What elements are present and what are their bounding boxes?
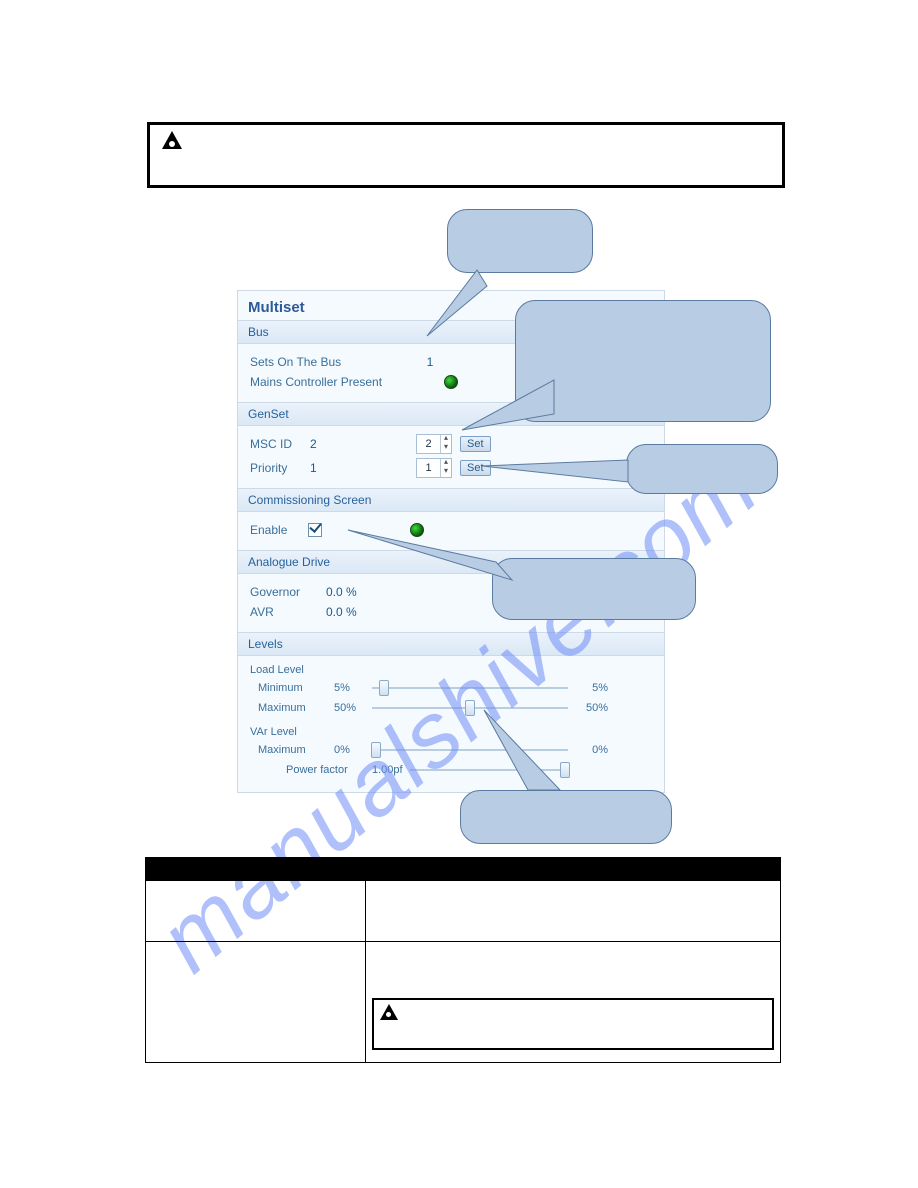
note-box-inline (372, 998, 774, 1050)
table-header-2 (366, 858, 781, 881)
pf-label: Power factor (286, 764, 372, 776)
msc-id-current: 2 (310, 437, 360, 451)
var-max-label: Maximum (258, 744, 334, 756)
table-row (146, 942, 781, 1063)
avr-label: AVR (250, 605, 326, 619)
stepper-down-icon[interactable]: ▾ (440, 468, 451, 477)
priority-label: Priority (250, 461, 310, 475)
callout-bubble-4 (492, 558, 696, 620)
msc-id-label: MSC ID (250, 437, 310, 451)
callout-tail-2 (458, 378, 558, 434)
callout-tail-4 (346, 528, 516, 588)
load-min-out: 5% (568, 682, 608, 694)
avr-value: 0.0 % (326, 605, 357, 619)
mains-present-label: Mains Controller Present (250, 375, 416, 389)
note-box-top (147, 122, 785, 188)
mains-present-led (444, 375, 458, 389)
bus-sets-value: 1 (416, 355, 444, 369)
governor-label: Governor (250, 585, 326, 599)
enable-checkbox[interactable] (308, 523, 322, 537)
stepper-down-icon[interactable]: ▾ (440, 444, 451, 453)
load-min-label: Minimum (258, 682, 334, 694)
priority-stepper[interactable]: 1 ▴▾ (416, 458, 452, 478)
enable-label: Enable (250, 523, 308, 537)
callout-bubble-3 (626, 444, 778, 494)
callout-bubble-5 (460, 790, 672, 844)
pf-val: 1.00pf (372, 764, 410, 776)
section-header-commissioning: Commissioning Screen (238, 488, 664, 512)
load-min-slider[interactable] (372, 681, 568, 695)
var-max-val: 0% (334, 744, 372, 756)
load-max-label: Maximum (258, 702, 334, 714)
var-max-out: 0% (568, 744, 608, 756)
callout-tail-1 (422, 268, 492, 340)
load-max-out: 50% (568, 702, 608, 714)
callout-tail-3 (480, 456, 630, 488)
description-table (145, 857, 781, 1063)
priority-current: 1 (310, 461, 360, 475)
bus-sets-label: Sets On The Bus (250, 355, 416, 369)
load-max-val: 50% (334, 702, 372, 714)
callout-bubble-1 (447, 209, 593, 273)
load-min-val: 5% (334, 682, 372, 694)
msc-id-stepper[interactable]: 2 ▴▾ (416, 434, 452, 454)
callout-tail-5 (480, 708, 570, 794)
table-header-1 (146, 858, 366, 881)
load-level-header: Load Level (250, 664, 652, 676)
msc-id-set-button[interactable]: Set (460, 436, 491, 452)
section-header-levels: Levels (238, 632, 664, 656)
var-level-header: VAr Level (250, 726, 652, 738)
table-row (146, 881, 781, 942)
